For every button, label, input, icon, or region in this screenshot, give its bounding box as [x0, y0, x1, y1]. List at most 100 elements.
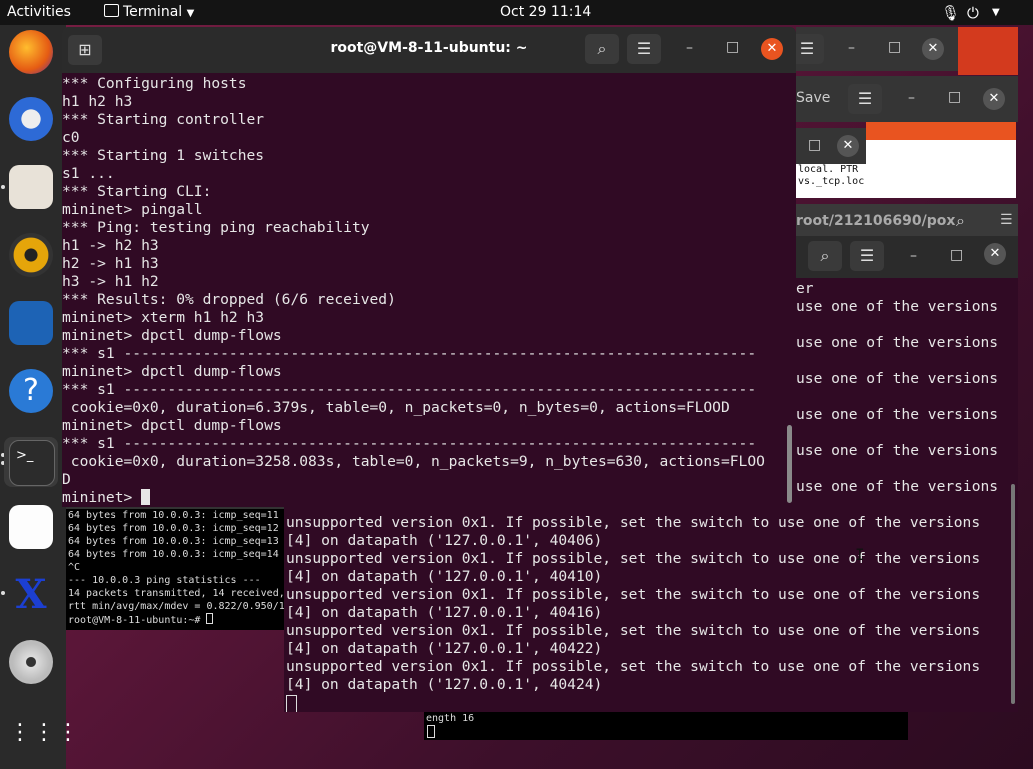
- terminal-line: *** s1 ---------------------------------…: [62, 435, 757, 452]
- xterm-line: 14 packets transmitted, 14 received,: [68, 588, 284, 599]
- pox-terminal-header: ⌕ ☰ – □ ✕: [796, 236, 1018, 278]
- minimize-button[interactable]: –: [686, 40, 693, 56]
- thunderbird-icon[interactable]: [9, 97, 53, 141]
- menu-button[interactable]: ☰: [850, 241, 884, 271]
- pox-line: use one of the versions: [796, 370, 999, 387]
- libreoffice-writer-icon[interactable]: [9, 301, 53, 345]
- minimize-button[interactable]: –: [908, 90, 915, 106]
- maximize-button[interactable]: □: [948, 89, 961, 105]
- pox-line: unsupported version 0x1. If possible, se…: [286, 658, 981, 675]
- pox-line: use one of the versions: [796, 298, 999, 315]
- power-icon[interactable]: ⏻: [967, 4, 979, 22]
- pox-line: unsupported version 0x1. If possible, se…: [286, 550, 981, 567]
- small-xterm-cursor: [427, 725, 435, 738]
- rhythmbox-icon[interactable]: [9, 233, 53, 277]
- pox-line: [4] on datapath ('127.0.0.1', 40410): [286, 568, 603, 585]
- editor-content: [866, 140, 1016, 198]
- editor-tab-accent: [866, 122, 1016, 140]
- text-editor-icon[interactable]: [9, 505, 53, 549]
- system-menu-chevron-icon[interactable]: ▼: [992, 7, 1000, 18]
- pox-line: [4] on datapath ('127.0.0.1', 40422): [286, 640, 603, 657]
- close-button[interactable]: ✕: [984, 243, 1006, 265]
- terminal-line: h1 h2 h3: [62, 93, 133, 110]
- xterm-line: 64 bytes from 10.0.0.3: icmp_seq=12: [68, 523, 279, 534]
- close-button[interactable]: ✕: [761, 38, 783, 60]
- terminal-app-icon: [104, 4, 119, 17]
- terminal-line: mininet> dpctl dump-flows: [62, 363, 282, 380]
- app-menu[interactable]: Terminal ▼: [104, 4, 194, 20]
- optical-disc-icon[interactable]: [9, 640, 53, 684]
- text-cursor: [141, 489, 151, 505]
- xterm-line: rtt min/avg/max/mdev = 0.822/0.950/1: [68, 601, 284, 612]
- pox-line: [796, 424, 998, 442]
- pox-line: [4] on datapath ('127.0.0.1', 40424): [286, 676, 603, 693]
- terminal-icon[interactable]: >_: [9, 440, 55, 486]
- maximize-button[interactable]: □: [950, 247, 963, 263]
- back-window-accent: [958, 27, 1018, 75]
- show-applications-icon[interactable]: ⋮⋮⋮: [9, 713, 79, 757]
- close-button[interactable]: ✕: [983, 88, 1005, 110]
- xterm-window[interactable]: 64 bytes from 10.0.0.3: icmp_seq=11 64 by…: [66, 506, 284, 630]
- minimize-button[interactable]: –: [910, 248, 917, 264]
- search-button[interactable]: ⌕: [585, 34, 619, 64]
- menu-icon[interactable]: ☰: [1000, 212, 1013, 228]
- terminal-line: h1 -> h2 h3: [62, 237, 159, 254]
- terminal-line: *** Starting CLI:: [62, 183, 212, 200]
- pox-line: [796, 460, 998, 478]
- dialog-line: vs._tcp.loc: [798, 176, 865, 187]
- xterm-line: 64 bytes from 10.0.0.3: icmp_seq=13: [68, 536, 279, 547]
- terminal-line: h2 -> h1 h3: [62, 255, 159, 272]
- firefox-icon[interactable]: [9, 30, 53, 74]
- terminal-line: *** Configuring hosts: [62, 75, 247, 92]
- terminal-line: *** Ping: testing ping reachability: [62, 219, 370, 236]
- xterm-line: root@VM-8-11-ubuntu:~#: [68, 613, 284, 627]
- terminal-line: *** Starting 1 switches: [62, 147, 265, 164]
- small-xterm-window[interactable]: ength 16: [424, 712, 908, 740]
- terminal-line: *** s1 ---------------------------------…: [62, 381, 757, 398]
- clock[interactable]: Oct 29 11:14: [500, 4, 591, 20]
- terminal-line: cookie=0x0, duration=3258.083s, table=0,…: [62, 453, 765, 470]
- search-icon[interactable]: ⌕: [956, 211, 965, 231]
- pox-line: [796, 352, 998, 370]
- terminal-line: cookie=0x0, duration=6.379s, table=0, n_…: [62, 399, 730, 416]
- dialog-line: local. PTR: [798, 164, 859, 175]
- activities-button[interactable]: Activities: [7, 4, 71, 20]
- terminal-line: D: [62, 471, 71, 488]
- terminal-line: mininet> xterm h1 h2 h3: [62, 309, 265, 326]
- main-terminal-header: ⊞ root@VM-8-11-ubuntu: ~ ⌕ ☰ – □ ✕: [62, 27, 796, 73]
- pox-title-strip: root/212106690/pox ⌕ ☰: [796, 204, 1018, 240]
- xterm-icon[interactable]: X: [9, 573, 53, 617]
- pox-line: use one of the versions: [796, 334, 999, 351]
- scrollbar[interactable]: [787, 425, 792, 503]
- pox-line: [4] on datapath ('127.0.0.1', 40416): [286, 604, 603, 621]
- top-bar: Activities Terminal ▼ Oct 29 11:14 🎙 ⏻ ▼: [0, 0, 1033, 25]
- terminal-line: c0: [62, 129, 80, 146]
- terminal-line: *** Results: 0% dropped (6/6 received): [62, 291, 396, 308]
- dialog-header: □ ✕: [796, 128, 866, 164]
- maximize-button[interactable]: □: [888, 39, 901, 55]
- hamburger-menu-button[interactable]: ☰: [627, 34, 661, 64]
- terminal-line: *** Starting controller: [62, 111, 265, 128]
- main-terminal-body[interactable]: *** Configuring hosts h1 h2 h3 *** Startin…: [62, 73, 796, 507]
- close-button[interactable]: ✕: [922, 38, 944, 60]
- save-button[interactable]: Save: [796, 90, 830, 106]
- files-icon[interactable]: [9, 165, 53, 209]
- maximize-button[interactable]: □: [726, 39, 739, 55]
- close-button[interactable]: ✕: [837, 135, 859, 157]
- xterm-line: ^C: [68, 562, 81, 573]
- pox-line: er: [796, 280, 814, 297]
- xterm-cursor: [206, 613, 214, 624]
- pox-line: use one of the versions: [796, 442, 999, 459]
- menu-icon[interactable]: ☰: [848, 84, 882, 114]
- minimize-button[interactable]: –: [848, 40, 855, 56]
- pox-line: use one of the versions: [796, 406, 999, 423]
- terminal-output: *** Configuring hosts h1 h2 h3 *** Startin…: [62, 75, 765, 489]
- help-icon[interactable]: ?: [9, 369, 53, 413]
- search-button[interactable]: ⌕: [808, 241, 842, 271]
- maximize-button[interactable]: □: [808, 137, 821, 153]
- pox-scrollbar[interactable]: [1011, 484, 1015, 704]
- pox-line: unsupported version 0x1. If possible, se…: [286, 622, 981, 639]
- pox-output-right-column: er use one of the versions use one of the…: [796, 280, 998, 496]
- pox-cursor: [286, 695, 297, 712]
- microphone-icon[interactable]: 🎙: [941, 4, 960, 22]
